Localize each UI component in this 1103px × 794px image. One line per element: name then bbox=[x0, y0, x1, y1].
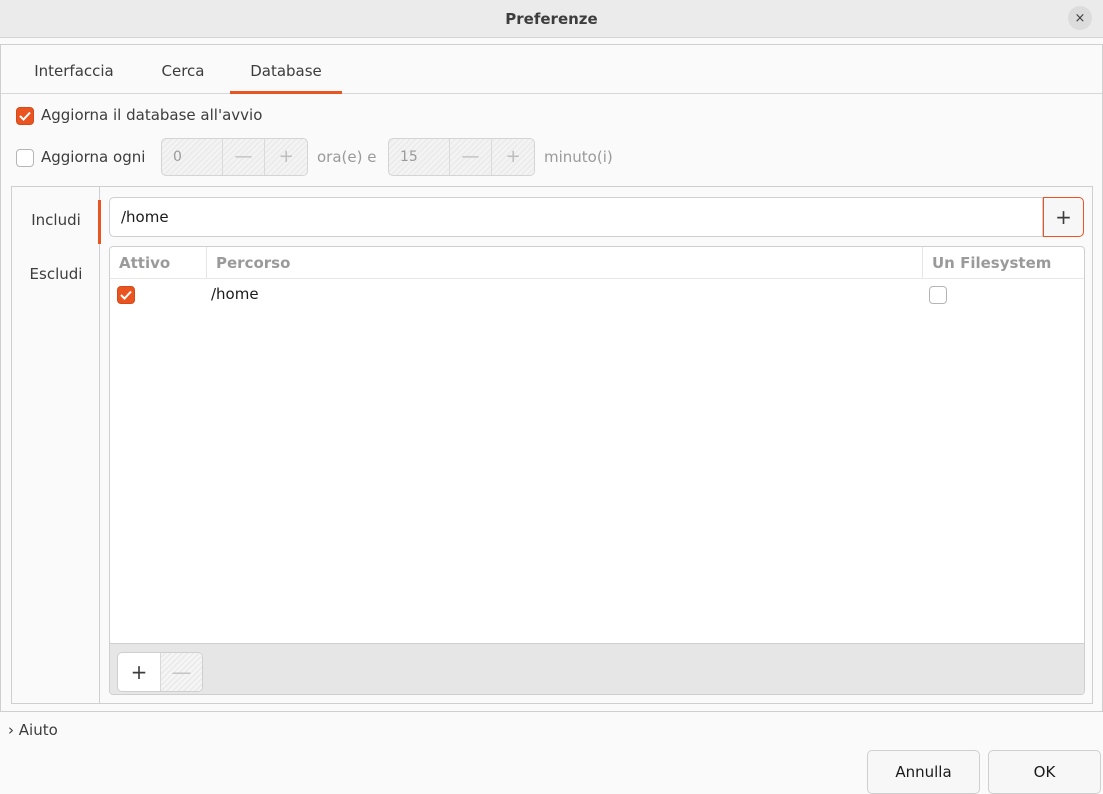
minutes-decrement-button[interactable]: — bbox=[448, 139, 492, 175]
tab-cerca[interactable]: Cerca bbox=[147, 45, 219, 94]
minutes-unit-label: minuto(i) bbox=[544, 148, 613, 166]
update-every-checkbox[interactable] bbox=[16, 149, 34, 167]
table-toolbar: + — bbox=[110, 643, 1084, 694]
minus-icon: — bbox=[171, 660, 192, 684]
hours-value[interactable]: 0 bbox=[162, 139, 222, 175]
column-header-un-filesystem[interactable]: Un Filesystem bbox=[922, 247, 1084, 279]
tab-bar: Interfaccia Cerca Database bbox=[1, 45, 1102, 94]
tab-database[interactable]: Database bbox=[230, 45, 342, 94]
table-header: Attivo Percorso Un Filesystem bbox=[110, 247, 1084, 279]
column-header-percorso[interactable]: Percorso bbox=[206, 247, 922, 279]
path-input[interactable]: /home bbox=[109, 197, 1043, 237]
update-on-startup-label: Aggiorna il database all'avvio bbox=[41, 106, 263, 124]
plus-icon: + bbox=[1055, 205, 1072, 229]
preferences-notebook: Interfaccia Cerca Database Aggiorna il d… bbox=[0, 44, 1103, 712]
update-every-label: Aggiorna ogni bbox=[41, 148, 146, 166]
paths-panel: Includi Escludi /home + Attivo Percorso … bbox=[11, 186, 1093, 704]
row-path: /home bbox=[211, 285, 259, 303]
update-on-startup-checkbox[interactable] bbox=[16, 107, 34, 125]
row-active-checkbox[interactable] bbox=[117, 286, 135, 304]
sidebar-item-includi[interactable]: Includi bbox=[12, 211, 100, 229]
tab-interfaccia[interactable]: Interfaccia bbox=[17, 45, 131, 94]
plus-icon: + bbox=[130, 660, 148, 684]
paths-sidebar: Includi Escludi bbox=[12, 187, 101, 703]
check-icon bbox=[120, 290, 132, 300]
chevron-right-icon: › bbox=[8, 721, 14, 739]
hours-unit-label: ora(e) e bbox=[317, 148, 377, 166]
help-expander-label: Aiuto bbox=[18, 721, 58, 739]
ok-button[interactable]: OK bbox=[988, 750, 1101, 794]
minutes-value[interactable]: 15 bbox=[389, 139, 449, 175]
remove-row-button[interactable]: — bbox=[159, 653, 202, 691]
minutes-increment-button[interactable]: + bbox=[491, 139, 534, 175]
paths-table: Attivo Percorso Un Filesystem /home + — bbox=[109, 246, 1085, 695]
check-icon bbox=[19, 111, 31, 121]
close-button[interactable]: × bbox=[1068, 6, 1092, 30]
hours-increment-button[interactable]: + bbox=[264, 139, 307, 175]
cancel-button[interactable]: Annulla bbox=[867, 750, 980, 794]
table-button-group: + — bbox=[117, 652, 203, 692]
add-path-button[interactable]: + bbox=[1043, 197, 1084, 237]
minutes-spinbutton[interactable]: 15 — + bbox=[388, 138, 535, 176]
hours-spinbutton[interactable]: 0 — + bbox=[161, 138, 308, 176]
close-icon: × bbox=[1074, 10, 1086, 26]
row-one-filesystem-checkbox[interactable] bbox=[929, 286, 947, 304]
add-row-button[interactable]: + bbox=[118, 653, 160, 691]
title-bar: Preferenze × bbox=[0, 0, 1103, 38]
sidebar-active-indicator bbox=[98, 200, 101, 244]
sidebar-item-escludi[interactable]: Escludi bbox=[12, 265, 100, 283]
window-title: Preferenze bbox=[505, 9, 598, 28]
help-expander[interactable]: › Aiuto bbox=[8, 721, 58, 739]
column-header-attivo[interactable]: Attivo bbox=[110, 247, 206, 279]
hours-decrement-button[interactable]: — bbox=[221, 139, 265, 175]
